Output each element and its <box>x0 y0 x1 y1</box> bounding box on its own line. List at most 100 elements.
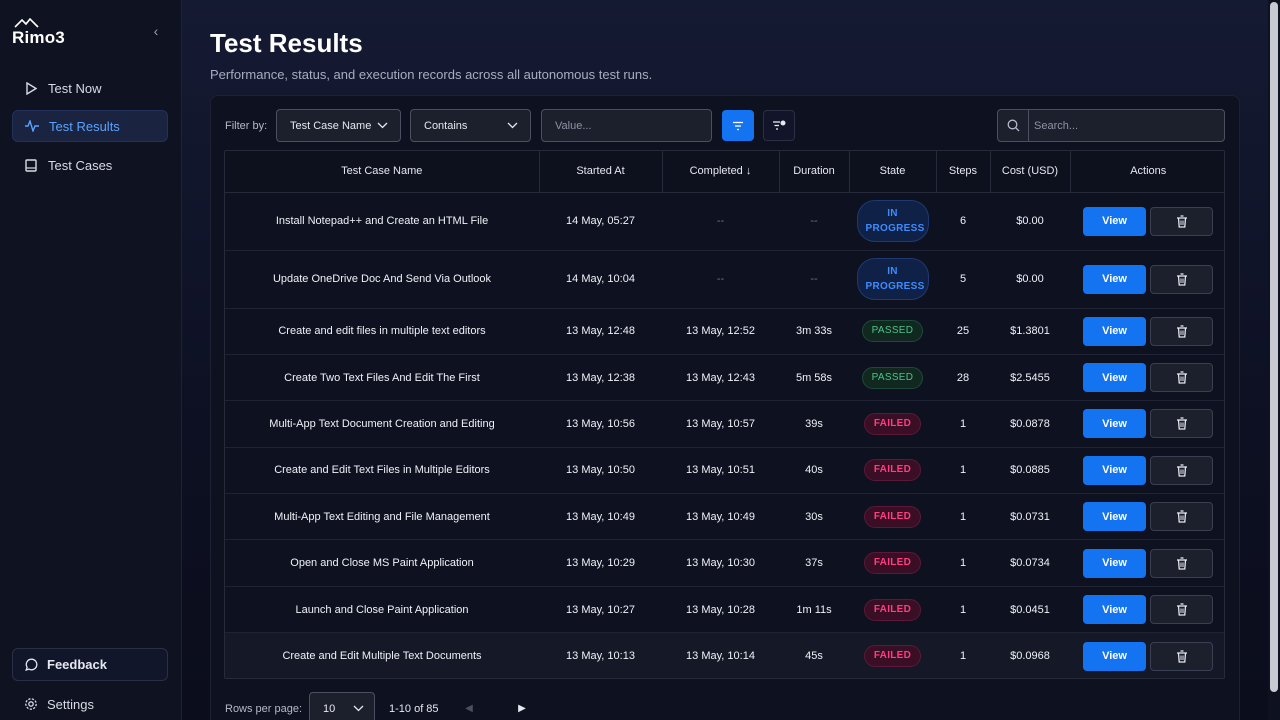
scrollbar-thumb[interactable] <box>1270 2 1278 692</box>
cell-actions: View <box>1070 447 1224 495</box>
cell-duration: 3m 33s <box>779 308 849 355</box>
trash-icon <box>1176 371 1188 384</box>
settings-button[interactable]: Settings <box>12 688 168 720</box>
table-header-row: Test Case Name Started At Completed ↓ Du… <box>225 151 1224 193</box>
view-button[interactable]: View <box>1083 641 1146 671</box>
cell-duration: -- <box>779 250 849 309</box>
sidebar-item-label: Test Results <box>49 118 120 134</box>
cell-completed: 13 May, 10:30 <box>662 539 779 587</box>
trash-icon <box>1176 272 1188 286</box>
delete-button[interactable] <box>1150 409 1213 439</box>
cell-cost: $0.00 <box>990 192 1070 251</box>
view-button[interactable]: View <box>1083 409 1146 439</box>
book-icon <box>24 158 38 172</box>
sidebar-item-test-cases[interactable]: Test Cases <box>12 149 168 181</box>
cell-cost: $2.5455 <box>990 354 1070 402</box>
cell-cost: $1.3801 <box>990 308 1070 355</box>
trash-icon <box>1176 214 1188 228</box>
cell-started-at: 14 May, 10:04 <box>539 250 662 309</box>
column-header-started[interactable]: Started At <box>539 151 663 193</box>
filter-field-select[interactable]: Test Case Name <box>276 109 401 142</box>
trash-icon <box>1176 417 1188 431</box>
delete-button[interactable] <box>1150 502 1213 532</box>
results-table: Test Case Name Started At Completed ↓ Du… <box>224 150 1225 679</box>
filter-operator-value: Contains <box>424 119 468 132</box>
cell-test-case-name: Create and Edit Multiple Text Documents <box>225 632 539 678</box>
view-button[interactable]: View <box>1083 455 1146 485</box>
cell-state: FAILED <box>849 586 936 634</box>
column-header-completed[interactable]: Completed ↓ <box>662 151 780 193</box>
sidebar-item-test-results[interactable]: Test Results <box>12 110 168 142</box>
column-header-duration[interactable]: Duration <box>779 151 850 193</box>
filter-operator-select[interactable]: Contains <box>410 109 531 142</box>
cell-state: FAILED <box>849 632 936 678</box>
view-button[interactable]: View <box>1083 502 1146 532</box>
column-header-cost[interactable]: Cost (USD) <box>990 151 1071 193</box>
search-input[interactable] <box>1029 110 1224 141</box>
view-button[interactable]: View <box>1083 595 1146 625</box>
chevron-left-icon: ‹ <box>153 23 159 39</box>
feedback-button[interactable]: Feedback <box>12 648 168 681</box>
view-button[interactable]: View <box>1083 264 1146 294</box>
status-badge: IN PROGRESS <box>856 258 929 300</box>
cell-actions: View <box>1070 354 1224 402</box>
cell-steps: 6 <box>936 192 990 251</box>
cell-duration: 45s <box>779 632 849 678</box>
page-scrollbar[interactable] <box>1268 0 1280 720</box>
delete-button[interactable] <box>1150 206 1213 236</box>
status-badge: FAILED <box>863 552 922 575</box>
cell-duration: 39s <box>779 400 849 448</box>
chevron-down-icon <box>377 122 388 129</box>
sidebar-item-label: Test Now <box>48 80 102 96</box>
cell-state: PASSED <box>849 354 936 402</box>
cell-completed: 13 May, 12:52 <box>662 308 779 355</box>
next-page-button[interactable]: ▶ <box>515 700 529 716</box>
cell-steps: 25 <box>936 308 990 355</box>
gear-icon <box>24 697 38 711</box>
delete-button[interactable] <box>1150 455 1213 485</box>
delete-button[interactable] <box>1150 316 1213 346</box>
filter-value-input[interactable] <box>541 109 712 142</box>
brand-logo[interactable]: Rimo3 <box>12 18 72 47</box>
delete-button[interactable] <box>1150 641 1213 671</box>
cell-steps: 1 <box>936 400 990 448</box>
delete-button[interactable] <box>1150 264 1213 294</box>
view-button[interactable]: View <box>1083 548 1146 578</box>
cell-started-at: 13 May, 10:29 <box>539 539 662 587</box>
mountain-logo-icon <box>14 18 39 28</box>
cell-test-case-name: Create Two Text Files And Edit The First <box>225 354 539 402</box>
cell-steps: 1 <box>936 586 990 634</box>
page-subtitle: Performance, status, and execution recor… <box>210 67 653 82</box>
column-header-name[interactable]: Test Case Name <box>225 151 540 193</box>
caret-left-icon: ◀ <box>465 702 473 714</box>
cell-cost: $0.0885 <box>990 447 1070 495</box>
filter-icon <box>733 121 743 130</box>
cell-steps: 28 <box>936 354 990 402</box>
cell-completed: 13 May, 10:14 <box>662 632 779 678</box>
cell-actions: View <box>1070 586 1224 634</box>
rows-per-page-select[interactable]: 10 <box>309 692 375 720</box>
view-button[interactable]: View <box>1083 363 1146 393</box>
column-header-steps[interactable]: Steps <box>936 151 991 193</box>
delete-button[interactable] <box>1150 595 1213 625</box>
activity-icon <box>25 119 39 133</box>
apply-filter-button[interactable] <box>722 110 754 141</box>
delete-button[interactable] <box>1150 548 1213 578</box>
clear-filter-button[interactable] <box>763 110 795 141</box>
trash-icon <box>1176 603 1188 616</box>
search-box[interactable] <box>997 109 1225 142</box>
cell-cost: $0.0878 <box>990 400 1070 448</box>
previous-page-button[interactable]: ◀ <box>462 700 476 716</box>
table-row: Multi-App Text Editing and File Manageme… <box>225 493 1224 541</box>
view-button[interactable]: View <box>1083 206 1146 236</box>
cell-completed: 13 May, 10:28 <box>662 586 779 634</box>
column-header-state[interactable]: State <box>849 151 937 193</box>
sidebar-item-test-now[interactable]: Test Now <box>12 72 168 104</box>
table-row: Create and edit files in multiple text e… <box>225 308 1224 355</box>
chevron-down-icon <box>507 122 518 129</box>
delete-button[interactable] <box>1150 363 1213 393</box>
view-button[interactable]: View <box>1083 316 1146 346</box>
table-row: Create Two Text Files And Edit The First… <box>225 354 1224 402</box>
collapse-sidebar-button[interactable]: ‹ <box>148 22 164 40</box>
cell-completed: 13 May, 10:57 <box>662 400 779 448</box>
